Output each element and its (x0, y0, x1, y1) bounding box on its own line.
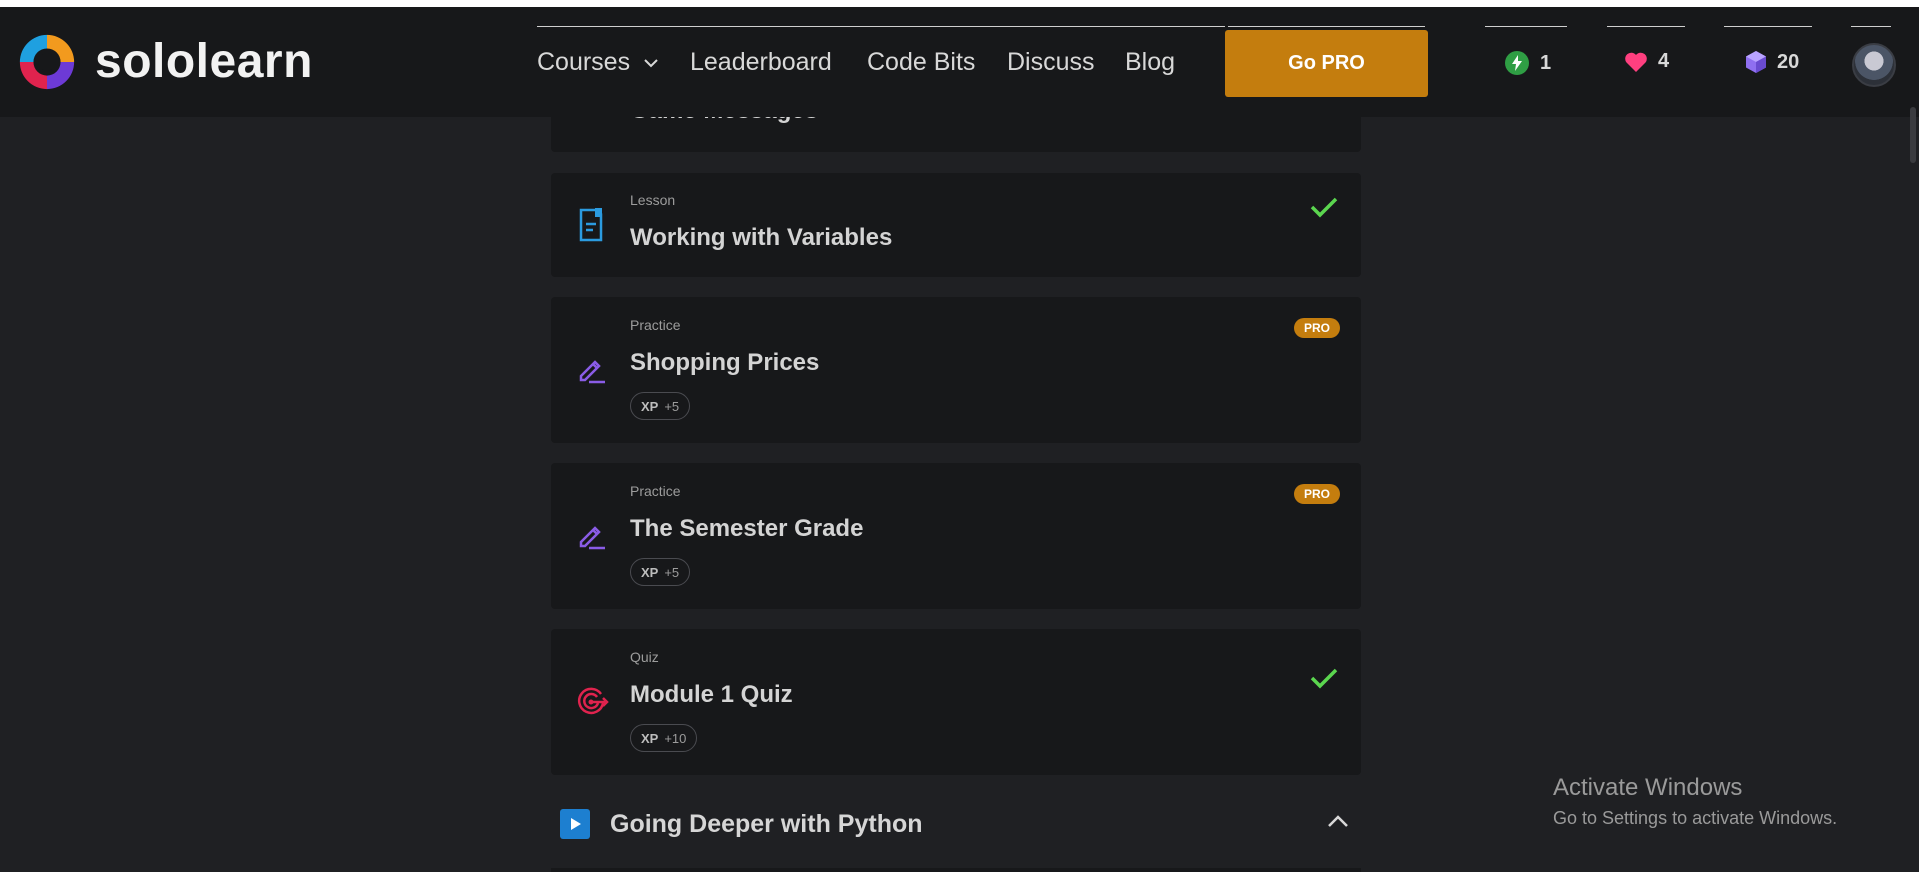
watermark-subtitle: Go to Settings to activate Windows. (1553, 808, 1838, 828)
pencil-icon (579, 360, 605, 384)
pro-badge: PRO (1294, 484, 1340, 504)
brand-name: sololearn (95, 35, 313, 88)
chevron-up-icon[interactable] (1327, 814, 1349, 828)
target-icon (577, 687, 609, 715)
navbar-divider (1485, 26, 1567, 27)
xp-badge: XP +5 (630, 392, 691, 420)
lesson-title: Shopping Prices (630, 349, 820, 376)
checkmark-icon (1310, 197, 1338, 218)
pro-badge: PRO (1294, 318, 1340, 338)
checkmark-icon (1310, 668, 1338, 689)
xp-label: XP (641, 398, 659, 414)
lesson-type: Quiz (630, 649, 659, 665)
bottom-edge (0, 872, 1919, 877)
activate-windows-watermark: Activate Windows Go to Settings to activ… (1553, 774, 1837, 829)
pencil-icon (579, 526, 605, 550)
xp-badge: XP +5 (630, 558, 691, 586)
nav-courses[interactable]: Courses (537, 47, 659, 77)
chevron-down-icon (644, 59, 658, 68)
nav-code-bits[interactable]: Code Bits (867, 47, 975, 77)
lesson-type: Practice (630, 483, 681, 499)
lesson-card[interactable]: Lesson Working with Variables (551, 173, 1361, 277)
gem-icon (1746, 51, 1766, 73)
scrollbar[interactable] (1910, 107, 1916, 163)
navbar-divider (1607, 26, 1685, 27)
xp-value: +10 (664, 730, 687, 746)
nav-discuss[interactable]: Discuss (1007, 47, 1095, 77)
watermark-title: Activate Windows (1553, 774, 1743, 801)
go-pro-button[interactable]: Go PRO (1225, 30, 1428, 97)
play-icon (560, 809, 590, 839)
lesson-type: Practice (630, 317, 681, 333)
sololearn-logo-icon (19, 34, 75, 90)
lesson-type: Lesson (630, 192, 676, 208)
avatar[interactable] (1852, 43, 1896, 87)
streak-counter[interactable]: 1 (1504, 50, 1551, 76)
lesson-title: The Semester Grade (630, 515, 864, 542)
xp-badge: XP +10 (630, 724, 698, 752)
navbar-divider (1228, 26, 1425, 27)
gems-count: 20 (1777, 50, 1800, 73)
top-navbar: sololearn Courses Leaderboard Code Bits … (0, 7, 1919, 117)
module-section-header[interactable]: Going Deeper with Python (560, 804, 1360, 844)
streak-count: 1 (1540, 51, 1552, 74)
lesson-title: Working with Variables (630, 224, 893, 251)
lightning-icon (1505, 51, 1529, 75)
xp-value: +5 (664, 398, 680, 414)
practice-card[interactable]: Practice The Semester Grade PRO XP +5 (551, 463, 1361, 609)
heart-icon (1625, 52, 1647, 72)
xp-label: XP (641, 564, 659, 580)
quiz-card[interactable]: Quiz Module 1 Quiz XP +10 (551, 629, 1361, 775)
nav-courses-label: Courses (537, 48, 631, 76)
top-edge (0, 0, 1919, 7)
gems-counter[interactable]: 20 (1745, 50, 1799, 74)
xp-value: +5 (664, 564, 680, 580)
lesson-title: Module 1 Quiz (630, 681, 793, 708)
xp-label: XP (641, 730, 659, 746)
nav-leaderboard[interactable]: Leaderboard (690, 47, 832, 77)
navbar-divider (1724, 26, 1812, 27)
nav-blog[interactable]: Blog (1125, 47, 1175, 77)
document-icon (579, 208, 603, 242)
practice-card[interactable]: Practice Shopping Prices PRO XP +5 (551, 297, 1361, 443)
hearts-counter[interactable]: 4 (1624, 50, 1669, 73)
navbar-divider (1851, 26, 1891, 27)
hearts-count: 4 (1658, 50, 1670, 72)
section-title: Going Deeper with Python (610, 809, 923, 838)
navbar-divider (537, 26, 1225, 27)
sololearn-logo[interactable]: sololearn (16, 31, 313, 93)
